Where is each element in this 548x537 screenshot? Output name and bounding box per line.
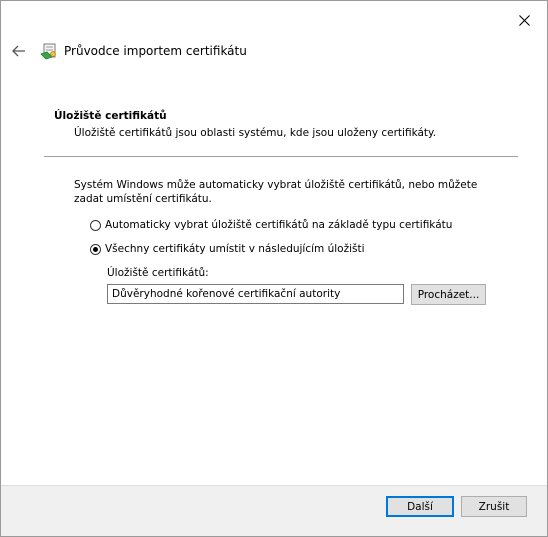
certificate-wizard-icon <box>40 43 56 60</box>
intro-text: Systém Windows může automaticky vybrat ú… <box>74 179 478 205</box>
store-field[interactable]: Důvěryhodné kořenové certifikační autori… <box>107 284 404 304</box>
browse-button[interactable]: Procházet... <box>411 284 486 305</box>
close-icon <box>518 14 530 26</box>
close-button[interactable] <box>515 11 533 29</box>
radio-button-unchecked[interactable] <box>90 219 101 231</box>
radio-auto-select[interactable]: Automaticky vybrat úložiště certifikátů … <box>90 219 452 231</box>
title-row: Průvodce importem certifikátu <box>11 41 247 61</box>
radio-button-checked[interactable] <box>90 243 101 255</box>
section-heading: Úložiště certifikátů <box>54 110 167 122</box>
cancel-button[interactable]: Zrušit <box>461 496 527 517</box>
wizard-window: Průvodce importem certifikátu Úložiště c… <box>0 0 548 537</box>
radio-place-in-store[interactable]: Všechny certifikáty umístit v následujíc… <box>90 243 365 255</box>
radio-auto-select-label: Automaticky vybrat úložiště certifikátů … <box>105 219 453 231</box>
section-description: Úložiště certifikátů jsou oblasti systém… <box>74 127 437 139</box>
next-button[interactable]: Další <box>386 496 454 517</box>
wizard-title: Průvodce importem certifikátu <box>64 44 247 58</box>
back-button[interactable] <box>11 43 27 59</box>
back-arrow-icon <box>12 45 25 57</box>
store-field-label: Úložiště certifikátů: <box>107 267 209 279</box>
header-divider <box>44 156 518 157</box>
radio-place-in-store-label: Všechny certifikáty umístit v následujíc… <box>105 243 365 255</box>
